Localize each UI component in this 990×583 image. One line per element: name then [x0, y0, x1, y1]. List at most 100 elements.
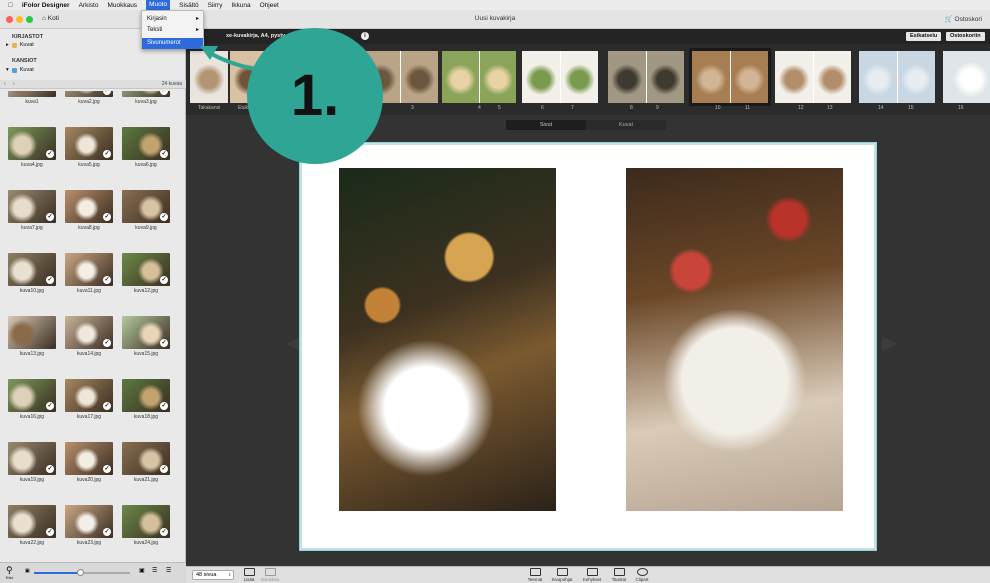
apple-icon[interactable]:  — [8, 2, 13, 9]
page-count-select[interactable]: 48 sivua ↕ — [192, 570, 234, 580]
thumbnail-image: ✓ — [65, 505, 113, 538]
layouts-tool[interactable]: Sivupohjat — [548, 568, 576, 582]
preview-button[interactable]: Esikatselu — [906, 32, 942, 41]
right-page[interactable] — [588, 145, 874, 548]
used-check-icon: ✓ — [160, 150, 168, 158]
page-thumbnail-half — [608, 51, 646, 103]
page-thumbnail[interactable] — [608, 51, 684, 103]
menu-item-kirjasin[interactable]: Kirjasin ▸ — [142, 14, 203, 25]
page-thumbnail[interactable] — [859, 51, 935, 103]
image-thumbnail[interactable]: ✓ kuva12.jpg — [122, 253, 170, 294]
image-thumbnail[interactable]: ✓ kuva17.jpg — [65, 379, 113, 420]
image-thumbnail[interactable]: ✓ kuva4.jpg — [8, 127, 56, 168]
page-thumbnail-half — [479, 51, 516, 103]
menu-muoto[interactable]: Muoto — [146, 0, 171, 10]
dog-ornament-photo[interactable] — [339, 168, 556, 511]
page-thumbnail[interactable] — [442, 51, 516, 103]
image-thumbnail[interactable]: ✓ kuva18.jpg — [122, 379, 170, 420]
add-to-cart-button[interactable]: Ostoskoriin — [946, 32, 985, 41]
tab-kuvat[interactable]: Kuvat — [586, 120, 666, 130]
clipart-tool[interactable]: Clipart — [628, 568, 656, 582]
thumbnail-filename: kuva2.jpg — [78, 99, 100, 105]
teksti-label: Teksti — [147, 27, 163, 33]
app-menu[interactable]: iFolor Designer — [22, 2, 70, 9]
page-thumbnail[interactable] — [943, 51, 990, 103]
view-tabs: Sivut Kuvat — [506, 120, 666, 130]
info-icon[interactable]: i — [361, 32, 369, 40]
scroll-right-icon[interactable]: › — [13, 81, 15, 87]
image-thumbnail[interactable]: ✓ kuva22.jpg — [8, 505, 56, 546]
thumbnail-image: ✓ — [122, 505, 170, 538]
image-thumbnail[interactable]: ✓ kuva15.jpg — [122, 316, 170, 357]
frames-icon — [586, 568, 598, 576]
library-item-kuvat[interactable]: ▸ Kuvat — [6, 42, 34, 48]
filter-icon[interactable]: ☰ — [166, 567, 171, 574]
menu-item-sivunumerot[interactable]: Sivunumerot — [142, 38, 203, 49]
menu-item-teksti[interactable]: Teksti ▸ — [142, 25, 203, 36]
image-thumbnail[interactable]: ✓ kuva16.jpg — [8, 379, 56, 420]
menu-ohjeet[interactable]: Ohjeet — [260, 2, 279, 9]
image-thumbnail[interactable]: ✓ kuva21.jpg — [122, 442, 170, 483]
edit-tool[interactable]: Muokkaa — [256, 568, 284, 582]
image-thumbnail[interactable]: kuva1 — [8, 91, 56, 105]
image-thumbnail[interactable]: ✓ kuva2.jpg — [65, 91, 113, 105]
used-check-icon: ✓ — [160, 465, 168, 473]
image-thumbnail[interactable]: ✓ kuva9.jpg — [122, 190, 170, 231]
grid-view-icon[interactable]: ▣ — [139, 567, 145, 574]
image-thumbnail[interactable]: ✓ kuva10.jpg — [8, 253, 56, 294]
thumbnail-filename: kuva24.jpg — [133, 540, 159, 546]
page-thumbnail-half — [897, 51, 935, 103]
thumbnail-image: ✓ — [8, 190, 56, 223]
image-thumbnail[interactable]: ✓ kuva20.jpg — [65, 442, 113, 483]
menu-ikkuna[interactable]: Ikkuna — [231, 2, 250, 9]
thumbnail-filename: kuva12.jpg — [133, 288, 159, 294]
frames-tool[interactable]: Kehykset — [578, 568, 606, 582]
disclosure-icon[interactable]: ▾ — [6, 67, 9, 73]
used-check-icon: ✓ — [103, 213, 111, 221]
image-count: 24 kuvaa — [161, 81, 182, 87]
list-view-icon[interactable]: ☰ — [152, 567, 157, 574]
image-thumbnail[interactable]: ✓ kuva14.jpg — [65, 316, 113, 357]
used-check-icon: ✓ — [160, 402, 168, 410]
library-label: Kuvat — [19, 42, 34, 48]
thumbnail-image: ✓ — [65, 316, 113, 349]
themes-tool[interactable]: Teemat — [521, 568, 549, 582]
image-thumbnail[interactable]: ✓ kuva5.jpg — [65, 127, 113, 168]
page-thumbnail[interactable] — [689, 48, 771, 106]
thumbnail-filename: kuva17.jpg — [76, 414, 102, 420]
image-thumbnail[interactable]: ✓ kuva19.jpg — [8, 442, 56, 483]
thumbnail-image: ✓ — [122, 91, 170, 97]
image-thumbnail[interactable]: kuva13.jpg — [8, 316, 56, 357]
dog-portrait-photo[interactable] — [626, 168, 843, 511]
disclosure-icon[interactable]: ▸ — [6, 42, 9, 48]
image-thumbnail[interactable]: ✓ kuva3.jpg — [122, 91, 170, 105]
cart-icon: 🛒 — [944, 16, 953, 23]
slider-knob[interactable] — [77, 569, 84, 576]
thumbnail-image: ✓ — [122, 127, 170, 160]
folder-item-kuvat[interactable]: ▾ Kuvat — [6, 67, 34, 73]
next-page-arrow[interactable]: ▶ — [882, 330, 897, 355]
page-thumbnail-half — [442, 51, 479, 103]
image-thumbnail[interactable]: ✓ kuva11.jpg — [65, 253, 113, 294]
page-thumbnail[interactable] — [775, 51, 851, 103]
image-thumbnail[interactable]: ✓ kuva6.jpg — [122, 127, 170, 168]
image-thumbnail[interactable]: ✓ kuva23.jpg — [65, 505, 113, 546]
used-check-icon: ✓ — [103, 465, 111, 473]
thumbnail-size-slider[interactable] — [34, 569, 130, 576]
image-thumbnail[interactable]: ✓ kuva8.jpg — [65, 190, 113, 231]
menu-arkisto[interactable]: Arkisto — [79, 2, 99, 9]
image-thumbnail[interactable]: ✓ kuva7.jpg — [8, 190, 56, 231]
image-thumbnail[interactable]: ✓ kuva24.jpg — [122, 505, 170, 546]
scroll-left-icon[interactable]: ‹ — [4, 81, 6, 87]
cart-link[interactable]: 🛒 Ostoskori — [945, 15, 982, 23]
tab-sivut[interactable]: Sivut — [506, 120, 586, 130]
menu-sisalto[interactable]: Sisältö — [179, 2, 199, 9]
page-thumbnail-half — [646, 51, 684, 103]
menu-muokkaus[interactable]: Muokkaus — [107, 2, 137, 9]
thumbnail-image: ✓ — [122, 379, 170, 412]
menu-siirry[interactable]: Siirry — [208, 2, 223, 9]
used-check-icon: ✓ — [160, 91, 168, 95]
page-thumbnail[interactable] — [522, 51, 598, 103]
used-check-icon: ✓ — [103, 91, 111, 95]
left-page[interactable] — [302, 145, 588, 548]
